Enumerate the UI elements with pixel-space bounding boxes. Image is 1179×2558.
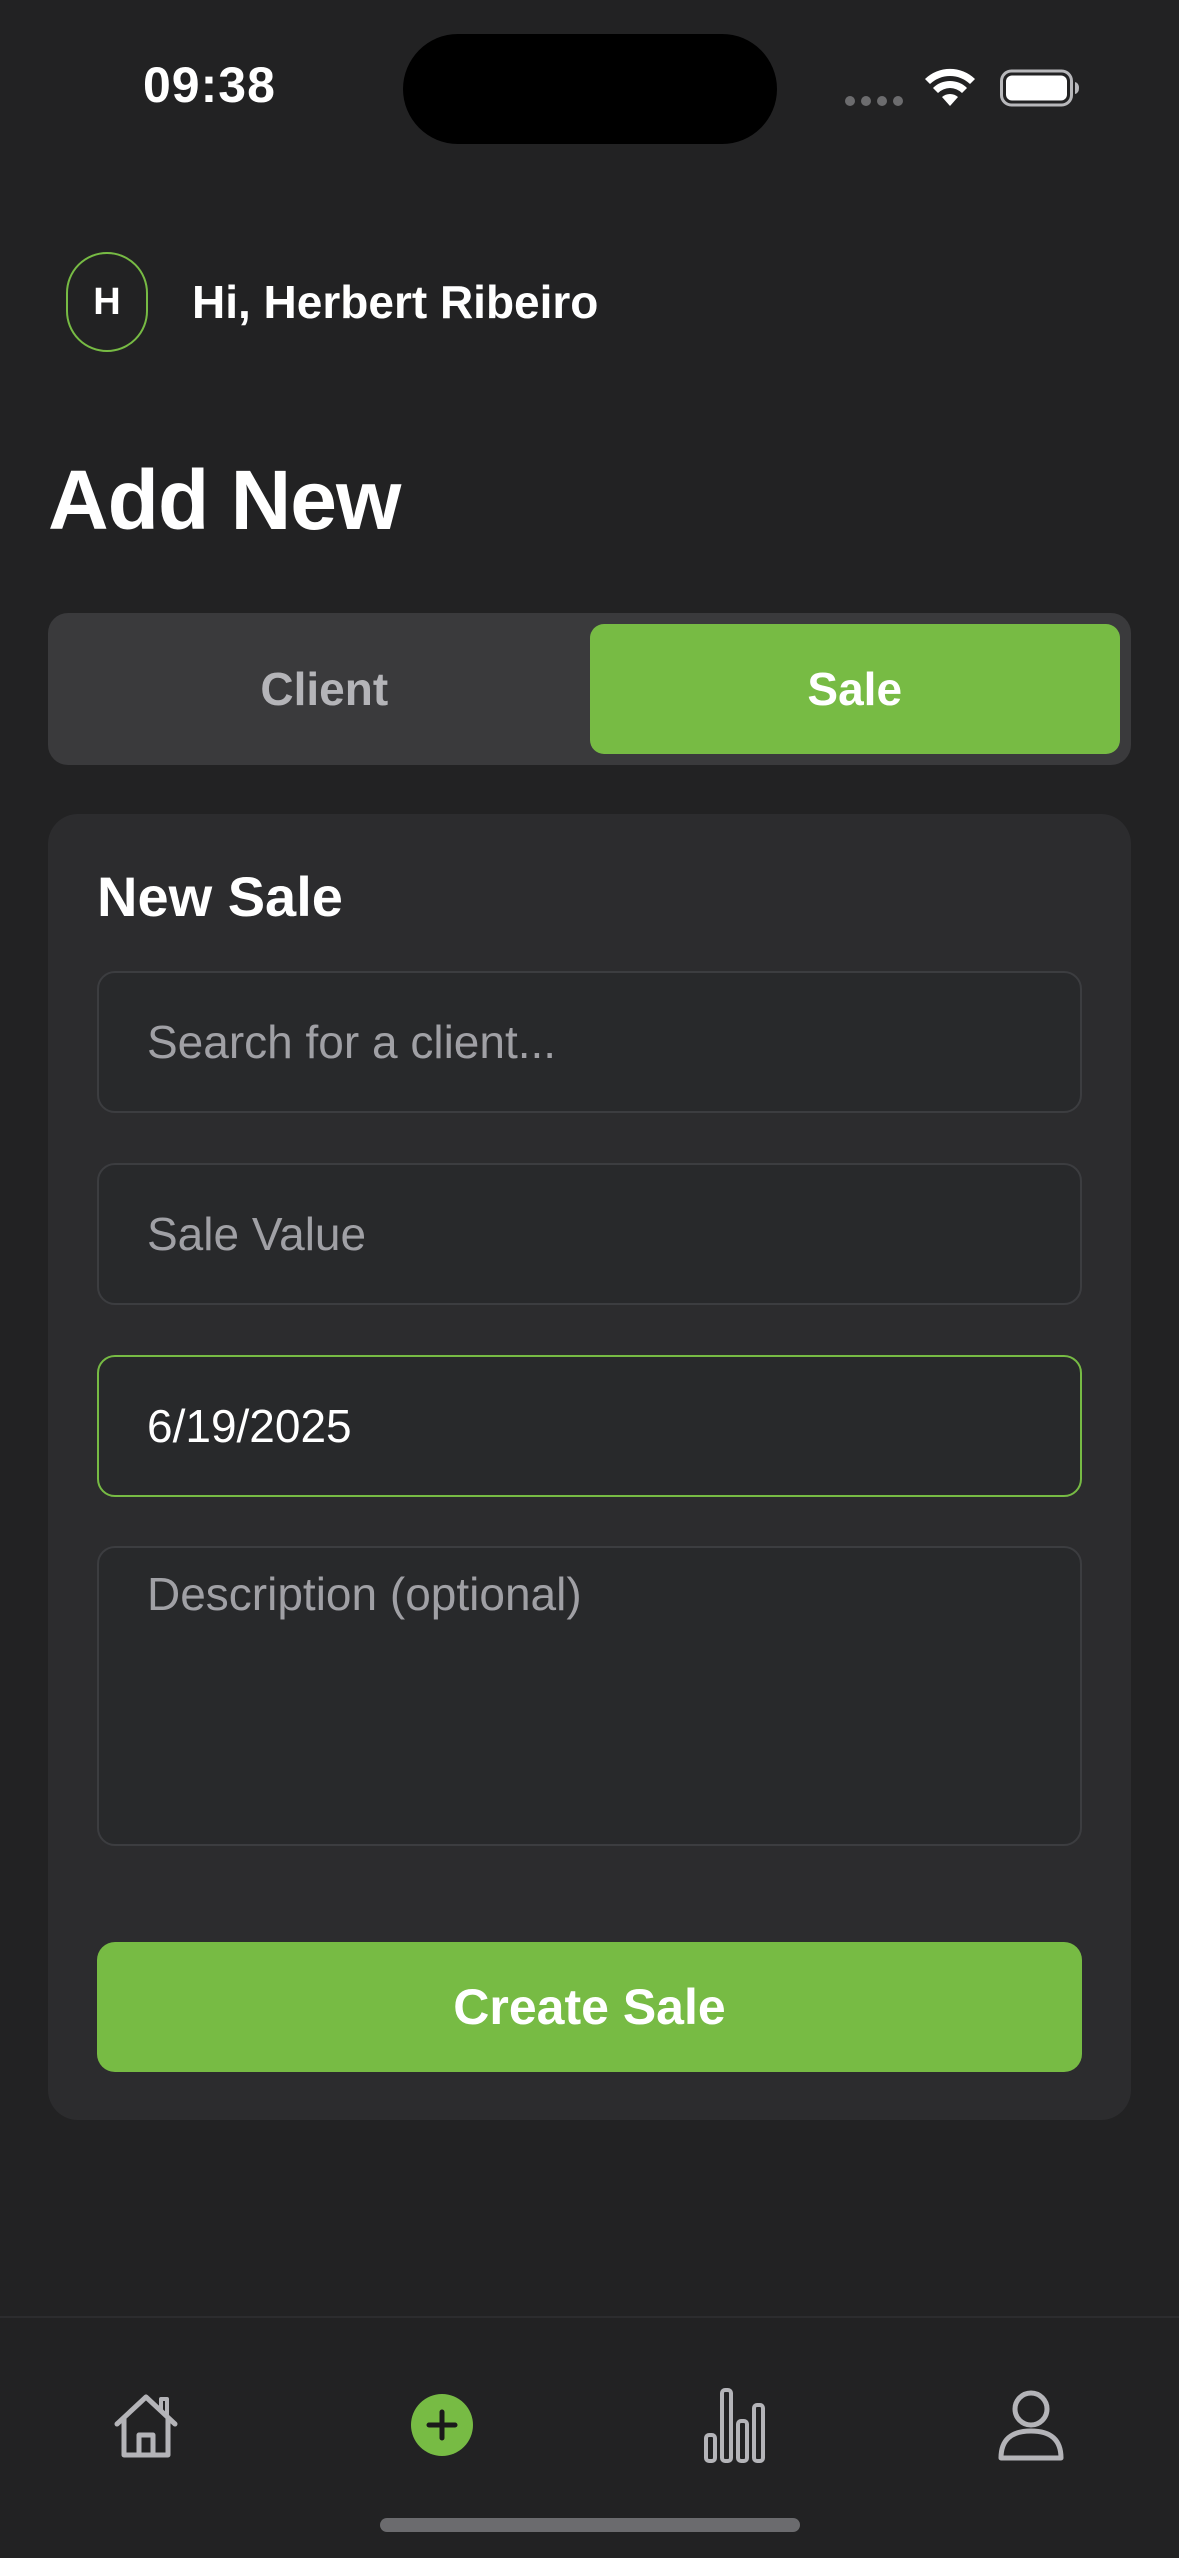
client-search-input[interactable]	[97, 971, 1082, 1113]
page-title: Add New	[48, 453, 401, 547]
add-circle-icon	[411, 2394, 473, 2456]
home-indicator	[380, 2518, 800, 2532]
greeting-text: Hi, Herbert Ribeiro	[192, 276, 599, 328]
status-time: 09:38	[143, 57, 276, 113]
tab-profile[interactable]	[976, 2370, 1086, 2480]
date-input[interactable]	[97, 1355, 1082, 1497]
status-bar: 09:38	[0, 0, 1179, 150]
segment-sale[interactable]: Sale	[589, 624, 1120, 754]
battery-icon	[1000, 69, 1079, 107]
wifi-icon	[925, 68, 975, 106]
form-title: New Sale	[97, 865, 343, 928]
tab-stats[interactable]	[682, 2370, 792, 2480]
bar-chart-icon	[704, 2388, 765, 2463]
segment-client[interactable]: Client	[59, 624, 590, 754]
sale-value-input[interactable]	[97, 1163, 1082, 1305]
user-icon	[998, 2390, 1064, 2461]
dynamic-island	[403, 34, 777, 144]
type-segmented-control: Client Sale	[48, 613, 1131, 765]
tab-home[interactable]	[91, 2370, 201, 2480]
bottom-tab-bar	[0, 2316, 1179, 2558]
cellular-signal-icon	[845, 96, 905, 108]
greeting-header: H Hi, Herbert Ribeiro	[66, 252, 598, 352]
home-icon	[114, 2394, 178, 2458]
avatar[interactable]: H	[66, 252, 148, 352]
create-sale-button[interactable]: Create Sale	[97, 1942, 1082, 2072]
new-sale-card: New Sale Create Sale	[48, 814, 1131, 2120]
description-textarea[interactable]	[97, 1546, 1082, 1846]
tab-add[interactable]	[387, 2370, 497, 2480]
